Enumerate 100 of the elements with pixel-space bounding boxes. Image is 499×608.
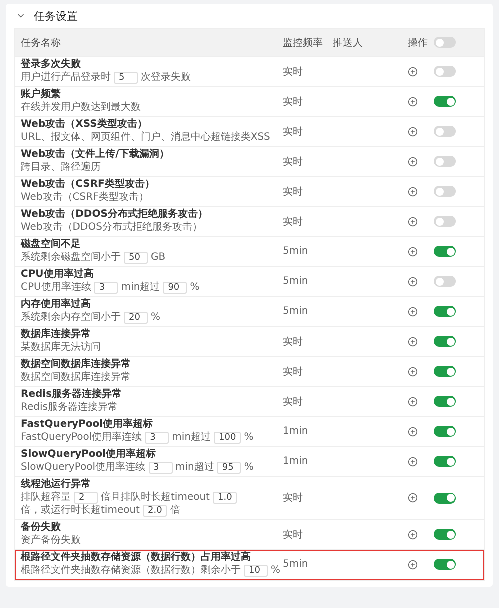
frequency-text: 1min — [283, 426, 310, 437]
task-description: GB — [151, 251, 166, 264]
frequency-text: 实时 — [283, 216, 304, 228]
toggle-switch[interactable] — [434, 96, 456, 107]
number-field[interactable]: 2.0 — [142, 504, 168, 516]
frequency-text: 实时 — [283, 492, 304, 505]
frequency-text: 实时 — [283, 66, 304, 78]
toggle-switch[interactable] — [434, 396, 456, 407]
task-description: 数据空间数据库连接异常 — [21, 371, 131, 384]
task-description: CPU使用率连续 — [21, 281, 92, 294]
toggle-switch[interactable] — [434, 126, 456, 137]
toggle-switch[interactable] — [434, 366, 456, 377]
toggle-switch[interactable] — [434, 186, 456, 197]
toggle-switch[interactable] — [434, 492, 456, 504]
number-field[interactable]: 2 — [74, 492, 98, 504]
number-field[interactable]: 10 — [244, 564, 268, 576]
task-description: 倍 — [170, 504, 180, 517]
task-name: 磁盘空间不足 — [21, 239, 82, 251]
task-description: URL、报文体、网页组件、门户、消息中心超链接类XSS — [21, 131, 270, 144]
number-field[interactable]: 3 — [148, 462, 173, 474]
column-header: 操作 — [408, 36, 429, 50]
task-name: 根路径文件夹抽数存储资源（数据行数）占用率过高 — [21, 552, 252, 564]
toggle-switch[interactable] — [434, 37, 456, 48]
task-name: Redis服务器连接异常 — [21, 389, 124, 401]
task-description: min超过 — [121, 281, 160, 294]
number-field[interactable]: 90 — [163, 282, 188, 294]
task-name: CPU使用率过高 — [21, 269, 95, 281]
toggle-switch[interactable] — [434, 276, 456, 287]
task-description: Web攻击（CSRF类型攻击） — [21, 191, 149, 204]
task-description: % — [151, 311, 161, 324]
number-field[interactable]: 5 — [114, 72, 138, 84]
toggle-switch[interactable] — [434, 426, 456, 437]
task-name: 数据空间数据库连接异常 — [21, 359, 132, 371]
frequency-text: 实时 — [283, 336, 304, 348]
task-name: 账户频繁 — [21, 89, 62, 101]
task-description: 倍且排队时长超timeout — [101, 491, 210, 504]
task-description: 倍，或运行时长超timeout — [21, 504, 140, 517]
task-name: Web攻击（XSS类型攻击） — [21, 119, 148, 131]
task-description: 用户进行产品登录时 — [21, 71, 111, 84]
task-description: 系统剩余内存空间小于 — [21, 311, 121, 324]
column-header: 监控频率 — [283, 36, 324, 50]
task-name: SlowQueryPool使用率超标 — [21, 449, 158, 461]
task-name: Web攻击（DDOS分布式拒绝服务攻击） — [21, 209, 209, 221]
task-description: Web攻击（DDOS分布式拒绝服务攻击） — [21, 221, 202, 234]
task-description: 根路径文件夹抽数存储资源（数据行数）剩余小于 — [21, 564, 241, 577]
frequency-text: 1min — [283, 456, 310, 467]
task-description: SlowQueryPool使用率连续 — [21, 461, 146, 474]
task-description: % — [244, 461, 254, 474]
task-name: 数据库连接异常 — [21, 329, 92, 341]
task-name: 备份失败 — [21, 522, 62, 534]
toggle-switch[interactable] — [434, 456, 456, 467]
task-description: % — [244, 431, 254, 444]
task-description: 次登录失败 — [141, 71, 191, 84]
task-description: Redis服务器连接异常 — [21, 401, 118, 414]
number-field[interactable]: 50 — [124, 252, 148, 264]
number-field[interactable]: 100 — [214, 432, 242, 444]
number-field[interactable]: 95 — [217, 462, 242, 474]
task-description: % — [190, 281, 200, 294]
section-title: 任务设置 — [34, 8, 78, 24]
task-name: 登录多次失败 — [21, 59, 82, 71]
number-field[interactable]: 1.0 — [212, 492, 238, 504]
task-description: 某数据库无法访问 — [21, 341, 101, 354]
frequency-text: 实时 — [283, 186, 304, 198]
frequency-text: 实时 — [283, 126, 304, 138]
task-name: 内存使用率过高 — [21, 299, 92, 311]
task-description: 跨目录、路径遍历 — [21, 161, 101, 174]
number-field[interactable]: 3 — [94, 282, 118, 294]
toggle-switch[interactable] — [434, 336, 456, 347]
frequency-text: 实时 — [283, 96, 304, 108]
frequency-text: 5min — [283, 306, 310, 317]
task-description: 系统剩余磁盘空间小于 — [21, 251, 121, 264]
toggle-switch[interactable] — [434, 559, 456, 570]
number-field[interactable]: 20 — [124, 312, 148, 324]
task-description: FastQueryPool使用率连续 — [21, 431, 142, 444]
column-header: 任务名称 — [21, 36, 62, 50]
task-name: Web攻击（文件上传/下载漏洞） — [21, 149, 170, 161]
column-header: 推送人 — [333, 36, 364, 50]
toggle-switch[interactable] — [434, 66, 456, 77]
frequency-text: 实时 — [283, 396, 304, 408]
frequency-text: 实时 — [283, 366, 304, 378]
task-description: 在线并发用户数达到最大数 — [21, 101, 141, 114]
toggle-switch[interactable] — [434, 306, 456, 317]
task-name: FastQueryPool使用率超标 — [21, 419, 154, 431]
toggle-switch[interactable] — [434, 246, 456, 257]
toggle-switch[interactable] — [434, 216, 456, 227]
frequency-text: 5min — [283, 246, 310, 257]
frequency-text: 5min — [283, 276, 310, 287]
task-description: min超过 — [172, 431, 212, 444]
task-description: 资产备份失败 — [21, 534, 81, 547]
frequency-text: 5min — [283, 559, 310, 570]
task-name: 线程池运行异常 — [21, 479, 92, 491]
number-field[interactable]: 3 — [145, 432, 170, 444]
task-description: 排队超容量 — [21, 491, 71, 504]
task-name: Web攻击（CSRF类型攻击） — [21, 179, 156, 191]
task-description: min超过 — [176, 461, 214, 474]
toggle-switch[interactable] — [434, 156, 456, 167]
toggle-switch[interactable] — [434, 529, 456, 540]
frequency-text: 实时 — [283, 528, 304, 542]
frequency-text: 实时 — [283, 156, 304, 168]
task-description: % — [271, 564, 281, 577]
